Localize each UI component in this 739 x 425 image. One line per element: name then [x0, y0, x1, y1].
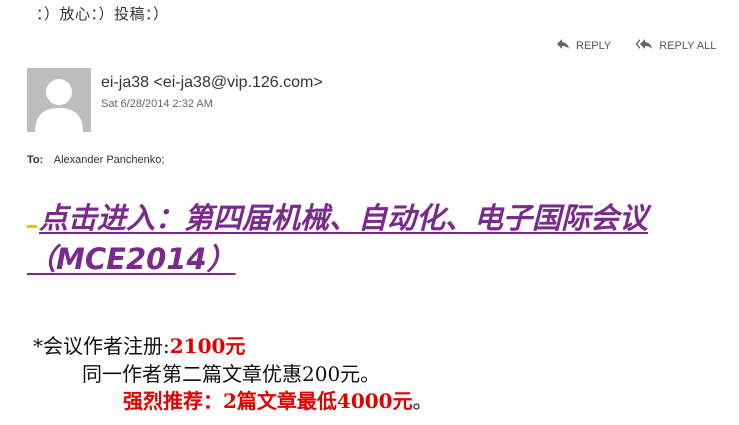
sender-avatar — [27, 68, 91, 132]
email-subject: ：）放心：）投稿：） — [36, 5, 169, 23]
recommend-text: 强烈推荐：2篇文章最低4000元 — [123, 389, 413, 413]
to-label: To: — [27, 154, 44, 166]
registration-label: *会议作者注册: — [33, 334, 170, 358]
cursor-marker — [27, 225, 37, 228]
conference-link[interactable]: 点击进入：第四届机械、自动化、电子国际会议（MCE2014） — [27, 201, 648, 276]
sent-date: Sat 6/28/2014 2:32 AM — [101, 98, 213, 110]
sender-name[interactable]: ei-ja38 <ei-ja38@vip.126.com> — [101, 74, 323, 92]
reply-button[interactable]: REPLY — [556, 38, 611, 53]
message-actions: REPLY REPLY ALL — [556, 38, 739, 53]
recommend-end: 。 — [412, 389, 433, 413]
registration-price: 2100元 — [169, 334, 246, 358]
recipient-name[interactable]: Alexander Panchenko; — [54, 154, 165, 166]
reply-all-icon — [635, 38, 659, 53]
recipients-line: To: Alexander Panchenko; — [27, 154, 164, 166]
avatar-placeholder-icon — [27, 68, 91, 132]
reply-label: REPLY — [576, 39, 612, 52]
conference-headline: 点击进入：第四届机械、自动化、电子国际会议（MCE2014） — [27, 198, 727, 280]
body-line-registration: *会议作者注册:2100元 — [33, 330, 245, 359]
reply-icon — [556, 38, 576, 53]
body-line-recommend: 强烈推荐：2篇文章最低4000元。 — [123, 385, 433, 414]
body-line-discount: 同一作者第二篇文章优惠200元。 — [82, 362, 381, 386]
reply-all-label: REPLY ALL — [659, 39, 717, 52]
reply-all-button[interactable]: REPLY ALL — [635, 38, 716, 53]
